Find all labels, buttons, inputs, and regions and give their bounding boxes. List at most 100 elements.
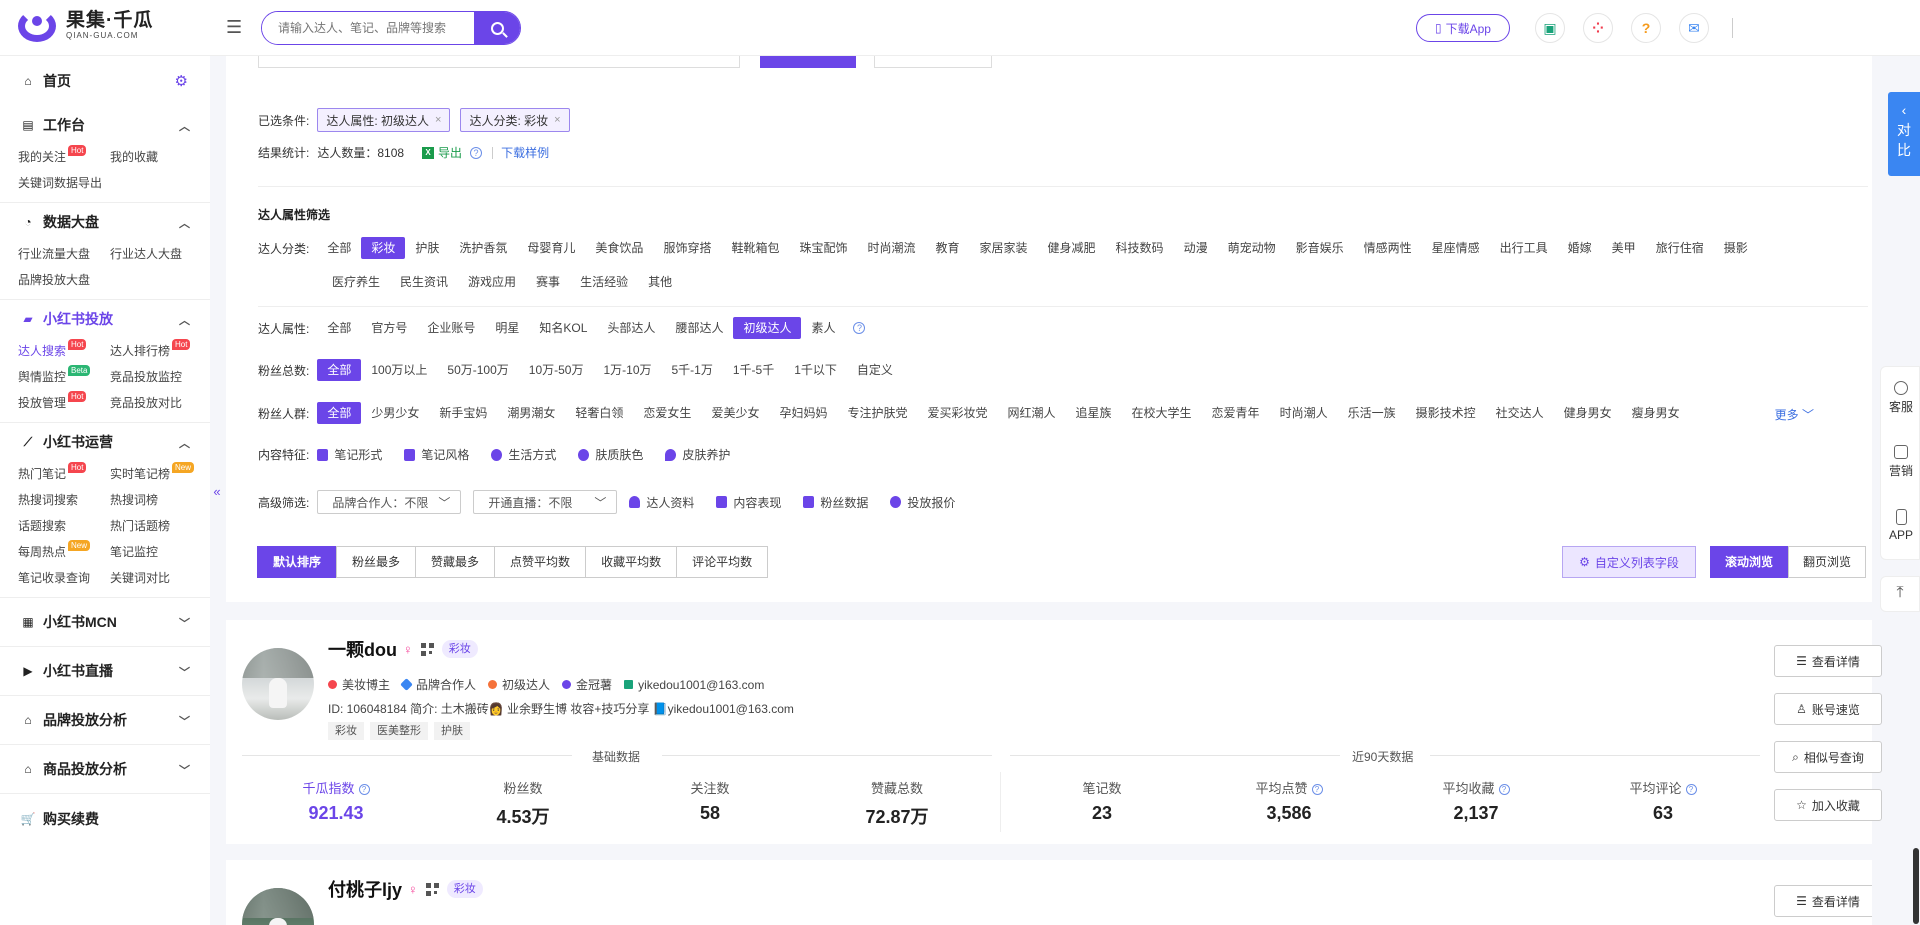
sidebar-item-my-favorites[interactable]: 我的收藏 bbox=[110, 144, 202, 170]
sidebar-head-xhs-ads[interactable]: ▰ 小红书投放 ︿ bbox=[0, 300, 210, 338]
crowd-option[interactable]: 恋爱女生 bbox=[633, 402, 701, 424]
category-option[interactable]: 母婴育儿 bbox=[517, 237, 585, 259]
crowd-option[interactable]: 追星族 bbox=[1066, 402, 1122, 424]
sort-avg-likes[interactable]: 点赞平均数 bbox=[494, 546, 587, 578]
qr-code-icon[interactable] bbox=[425, 882, 439, 896]
view-detail-button[interactable]: ☰ 查看详情 bbox=[1774, 885, 1872, 917]
attr-option[interactable]: 官方号 bbox=[361, 317, 417, 339]
sidebar-item-note-monitor[interactable]: 笔记监控 bbox=[110, 539, 202, 565]
attr-option[interactable]: 素人 bbox=[801, 317, 845, 339]
sidebar-item-industry-traffic[interactable]: 行业流量大盘 bbox=[18, 241, 110, 267]
download-sample-link[interactable]: 下载样例 bbox=[501, 144, 549, 161]
apps-icon[interactable]: ⁘ bbox=[1583, 13, 1613, 43]
custom-fields-button[interactable]: ⚙ 自定义列表字段 bbox=[1562, 546, 1696, 578]
question-icon[interactable]: ? bbox=[1311, 784, 1323, 795]
category-option[interactable]: 彩妆 bbox=[361, 237, 406, 259]
crowd-option[interactable]: 专注护肤党 bbox=[837, 402, 917, 424]
gear-icon[interactable]: ⚙ bbox=[175, 72, 188, 90]
sidebar-item-keyword-compare[interactable]: 关键词对比 bbox=[110, 565, 202, 591]
crowd-option[interactable]: 全部 bbox=[317, 402, 362, 424]
crowd-option[interactable]: 摄影技术控 bbox=[1406, 402, 1486, 424]
avatar[interactable] bbox=[242, 888, 314, 925]
crowd-option[interactable]: 网红潮人 bbox=[998, 402, 1066, 424]
selected-chip[interactable]: 达人属性: 初级达人 × bbox=[317, 108, 451, 132]
question-icon[interactable]: ? bbox=[358, 784, 370, 795]
sort-avg-comments[interactable]: 评论平均数 bbox=[676, 546, 769, 578]
adv-ad-price[interactable]: 投放报价 bbox=[890, 494, 955, 511]
crowd-option[interactable]: 在校大学生 bbox=[1122, 402, 1202, 424]
question-icon[interactable]: ? bbox=[1498, 784, 1510, 795]
fans-option[interactable]: 1千以下 bbox=[784, 359, 847, 381]
category-option[interactable]: 其他 bbox=[638, 271, 682, 293]
avatar[interactable] bbox=[242, 648, 314, 720]
crowd-option[interactable]: 社交达人 bbox=[1486, 402, 1554, 424]
sort-avg-collects[interactable]: 收藏平均数 bbox=[585, 546, 678, 578]
search-input[interactable] bbox=[262, 12, 472, 44]
fans-option[interactable]: 10万-50万 bbox=[519, 359, 594, 381]
more-button[interactable]: 更多 ﹀ bbox=[1775, 406, 1814, 423]
category-option[interactable]: 护肤 bbox=[405, 237, 449, 259]
cut-off-reset-button[interactable] bbox=[874, 56, 992, 68]
feature-note-style[interactable]: 笔记风格 bbox=[404, 446, 469, 463]
tool-marketing[interactable]: 营销 bbox=[1881, 445, 1920, 479]
question-icon[interactable]: ? bbox=[470, 146, 483, 159]
attr-option[interactable]: 腰部达人 bbox=[665, 317, 733, 339]
sidebar-item-industry-kol[interactable]: 行业达人大盘 bbox=[110, 241, 202, 267]
kol-name[interactable]: 付桃子ljy ♀ 彩妆 bbox=[328, 876, 483, 902]
category-option[interactable]: 医疗养生 bbox=[322, 271, 390, 293]
tool-customer-service[interactable]: 客服 bbox=[1881, 381, 1920, 415]
message-icon[interactable]: ✉ bbox=[1679, 13, 1709, 43]
category-option[interactable]: 洗护香氛 bbox=[449, 237, 517, 259]
category-option[interactable]: 旅行住宿 bbox=[1646, 237, 1714, 259]
crowd-option[interactable]: 爱买彩妆党 bbox=[917, 402, 997, 424]
fans-option[interactable]: 自定义 bbox=[847, 359, 903, 381]
sidebar-item-ads-manage[interactable]: 投放管理 Hot bbox=[18, 390, 110, 416]
question-icon[interactable]: ? bbox=[1685, 784, 1697, 795]
category-option[interactable]: 服饰穿搭 bbox=[653, 237, 721, 259]
sort-most-fans[interactable]: 粉丝最多 bbox=[336, 546, 417, 578]
category-option[interactable]: 科技数码 bbox=[1106, 237, 1174, 259]
category-option[interactable]: 美甲 bbox=[1602, 237, 1646, 259]
crowd-option[interactable]: 爱美少女 bbox=[701, 402, 769, 424]
crowd-option[interactable]: 潮男潮女 bbox=[497, 402, 565, 424]
attr-option[interactable]: 全部 bbox=[317, 317, 361, 339]
sidebar-item-keyword-export[interactable]: 关键词数据导出 bbox=[18, 170, 110, 196]
feature-note-format[interactable]: 笔记形式 bbox=[317, 446, 382, 463]
search-button[interactable] bbox=[474, 12, 520, 44]
sidebar-item-competitor-monitor[interactable]: 竞品投放监控 bbox=[110, 364, 202, 390]
sidebar-item-hot-search[interactable]: 热搜词搜索 bbox=[18, 487, 110, 513]
scrollbar[interactable] bbox=[1913, 848, 1919, 924]
collapse-sidebar-icon[interactable]: « bbox=[210, 480, 224, 504]
selected-chip[interactable]: 达人分类: 彩妆 × bbox=[460, 108, 570, 132]
sort-most-likes[interactable]: 赞藏最多 bbox=[415, 546, 496, 578]
category-option[interactable]: 生活经验 bbox=[570, 271, 638, 293]
category-option[interactable]: 珠宝配饰 bbox=[789, 237, 857, 259]
adv-fans-data[interactable]: 粉丝数据 bbox=[803, 494, 868, 511]
category-option[interactable]: 健身减肥 bbox=[1038, 237, 1106, 259]
qr-code-icon[interactable] bbox=[420, 642, 434, 656]
crowd-option[interactable]: 健身男女 bbox=[1554, 402, 1622, 424]
export-button[interactable]: X 导出 bbox=[422, 144, 462, 161]
attr-option[interactable]: 知名KOL bbox=[529, 317, 597, 339]
feature-lifestyle[interactable]: 生活方式 bbox=[491, 446, 556, 463]
similar-search-button[interactable]: ⌕ 相似号查询 bbox=[1774, 741, 1882, 773]
feature-skin-type[interactable]: 肤质肤色 bbox=[578, 446, 643, 463]
view-scroll[interactable]: 滚动浏览 bbox=[1710, 546, 1789, 578]
fans-option[interactable]: 1万-10万 bbox=[593, 359, 661, 381]
sidebar-head-workbench[interactable]: ▤ 工作台 ︿ bbox=[0, 106, 210, 144]
close-icon[interactable]: × bbox=[435, 114, 441, 126]
fans-option[interactable]: 5千-1万 bbox=[662, 359, 723, 381]
sidebar-head-brand-analysis[interactable]: ⌂ 品牌投放分析 ﹀ bbox=[0, 696, 210, 745]
sidebar-head-xhs-ops[interactable]: ⟋ 小红书运营 ︿ bbox=[0, 423, 210, 461]
briefcase-icon[interactable]: ▣ bbox=[1535, 13, 1565, 43]
category-option[interactable]: 婚嫁 bbox=[1558, 237, 1602, 259]
sidebar-item-hot-notes[interactable]: 热门笔记 Hot bbox=[18, 461, 110, 487]
cut-off-search-button[interactable] bbox=[760, 56, 856, 68]
sidebar-head-live[interactable]: ▶ 小红书直播 ﹀ bbox=[0, 647, 210, 696]
sort-default[interactable]: 默认排序 bbox=[257, 546, 338, 578]
adv-kol-profile[interactable]: 达人资料 bbox=[629, 494, 694, 511]
crowd-option[interactable]: 轻奢白领 bbox=[565, 402, 633, 424]
fans-option[interactable]: 全部 bbox=[317, 359, 362, 381]
category-option[interactable]: 摄影 bbox=[1714, 237, 1758, 259]
category-option[interactable]: 情感两性 bbox=[1354, 237, 1422, 259]
